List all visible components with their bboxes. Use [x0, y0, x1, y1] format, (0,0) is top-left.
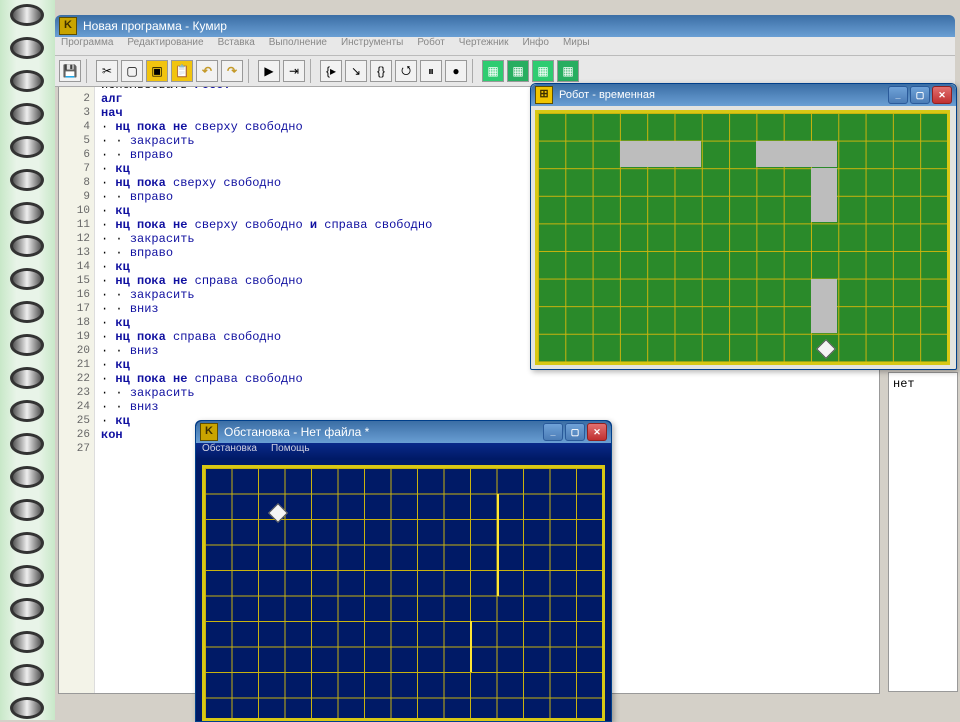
step-into-icon[interactable]: ↘ — [345, 60, 367, 82]
grid4-icon[interactable]: ▦ — [557, 60, 579, 82]
obst-app-icon: K — [200, 423, 218, 441]
main-window: K Новая программа - Кумир Программа Редак… — [55, 15, 955, 71]
menu-Миры[interactable]: Миры — [563, 37, 590, 55]
new-icon[interactable]: ▢ — [121, 60, 143, 82]
grid2-icon[interactable]: ▦ — [507, 60, 529, 82]
grid1-icon[interactable]: ▦ — [482, 60, 504, 82]
menubar[interactable]: Программа Редактирование Вставка Выполнение… — [55, 37, 955, 56]
obst-title: Обстановка - Нет файла * — [224, 425, 369, 439]
obstanovka-window[interactable]: K Обстановка - Нет файла * _ ▢ ✕ Обстано… — [195, 420, 612, 722]
close-icon[interactable]: ✕ — [932, 86, 952, 104]
robot-wall — [756, 141, 837, 168]
output-panel: нет — [888, 372, 958, 692]
copy-icon[interactable]: ▣ — [146, 60, 168, 82]
step-over-icon[interactable]: {▸ — [320, 60, 342, 82]
menu-Инструменты[interactable]: Инструменты — [341, 37, 403, 55]
stop-icon[interactable]: ⭯ — [395, 60, 417, 82]
notebook-binding — [0, 0, 55, 720]
robot-titlebar[interactable]: ⊞ Робот - временная _ ▢ ✕ — [531, 84, 956, 106]
pause-icon[interactable]: ⏸ — [420, 60, 442, 82]
obst-menubar[interactable]: Обстановка Помощь — [196, 443, 611, 459]
obst-titlebar[interactable]: K Обстановка - Нет файла * _ ▢ ✕ — [196, 421, 611, 443]
step-out-icon[interactable]: {} — [370, 60, 392, 82]
obst-menu-Помощь[interactable]: Помощь — [271, 443, 310, 459]
app-icon: K — [59, 17, 77, 35]
cut-icon[interactable]: ✂ — [96, 60, 118, 82]
robot-wall — [620, 141, 701, 168]
maximize-icon[interactable]: ▢ — [910, 86, 930, 104]
redo-icon[interactable]: ↷ — [221, 60, 243, 82]
robot-wall — [811, 168, 837, 222]
obst-close-icon[interactable]: ✕ — [587, 423, 607, 441]
robot-wall — [811, 279, 837, 333]
code-area[interactable]: использовать Роботалгнач· нц пока не све… — [101, 78, 432, 456]
menu-Редактирование[interactable]: Редактирование — [127, 37, 203, 55]
menu-Вставка[interactable]: Вставка — [218, 37, 255, 55]
menu-Инфо[interactable]: Инфо — [522, 37, 549, 55]
obst-grid — [205, 468, 602, 718]
run-icon[interactable]: ▶ — [258, 60, 280, 82]
menu-Робот[interactable]: Робот — [417, 37, 444, 55]
robot-app-icon: ⊞ — [535, 86, 553, 104]
output-text: нет — [893, 377, 915, 391]
step-icon[interactable]: ⇥ — [283, 60, 305, 82]
robot-title: Робот - временная — [559, 89, 655, 101]
paste-icon[interactable]: 📋 — [171, 60, 193, 82]
obst-wall — [470, 621, 472, 672]
save-icon[interactable]: 💾 — [59, 60, 81, 82]
line-gutter: 1234567891011121314151617181920212223242… — [59, 78, 95, 693]
obst-minimize-icon[interactable]: _ — [543, 423, 563, 441]
menu-Чертежник[interactable]: Чертежник — [459, 37, 509, 55]
minimize-icon[interactable]: _ — [888, 86, 908, 104]
obst-field[interactable] — [202, 465, 605, 721]
main-titlebar: K Новая программа - Кумир — [55, 15, 955, 37]
obst-menu-Обстановка[interactable]: Обстановка — [202, 443, 257, 459]
menu-Программа[interactable]: Программа — [61, 37, 113, 55]
robot-window[interactable]: ⊞ Робот - временная _ ▢ ✕ — [530, 83, 957, 370]
obst-maximize-icon[interactable]: ▢ — [565, 423, 585, 441]
main-title: Новая программа - Кумир — [83, 19, 227, 33]
reset-icon[interactable]: ● — [445, 60, 467, 82]
grid3-icon[interactable]: ▦ — [532, 60, 554, 82]
robot-field[interactable] — [535, 110, 950, 365]
menu-Выполнение[interactable]: Выполнение — [269, 37, 327, 55]
undo-icon[interactable]: ↶ — [196, 60, 218, 82]
robot-grid — [538, 113, 947, 362]
obst-wall — [497, 494, 499, 596]
